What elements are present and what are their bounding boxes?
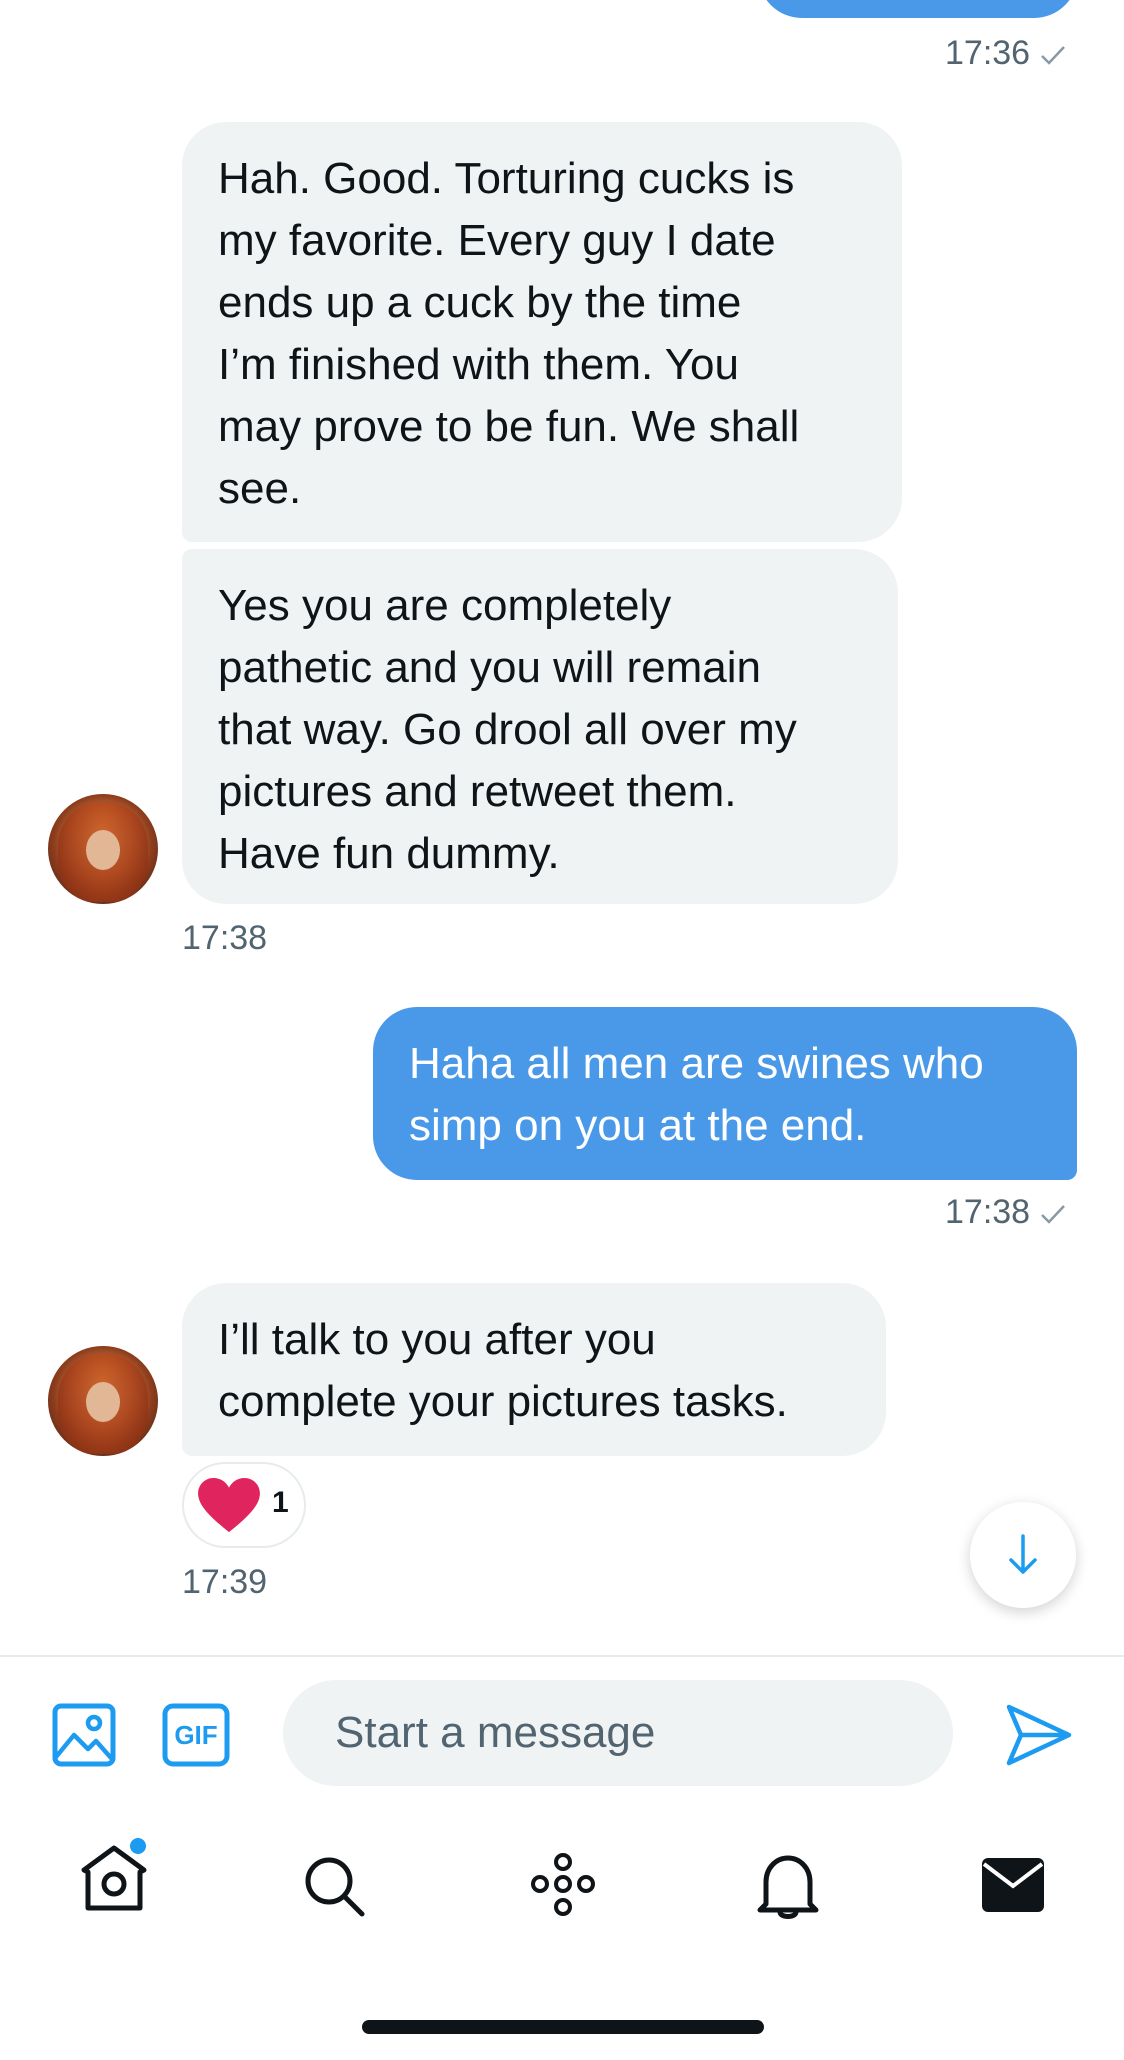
nav-notifications[interactable] (756, 1850, 820, 1922)
sent-check-icon (1041, 46, 1066, 65)
bell-icon (757, 1855, 819, 1919)
outgoing-message[interactable]: Haha all men are swines who simp on you … (373, 1007, 1077, 1180)
message-timestamp: 17:36 (945, 33, 1066, 73)
outgoing-bubble-previous (758, 0, 1078, 18)
reaction-count: 1 (272, 1486, 289, 1519)
send-button[interactable] (1005, 1703, 1073, 1767)
nav-home[interactable] (78, 1836, 150, 1916)
heart-icon (198, 1478, 260, 1533)
send-icon (1006, 1704, 1072, 1766)
incoming-message[interactable]: Yes you are completely pathetic and you … (182, 549, 898, 904)
home-indicator (362, 2020, 764, 2034)
nav-search[interactable] (302, 1854, 366, 1918)
message-input[interactable] (333, 1707, 903, 1759)
message-timestamp: 17:38 (945, 1192, 1066, 1232)
nav-messages[interactable] (980, 1856, 1046, 1914)
message-timestamp: 17:39 (182, 1563, 268, 1601)
search-icon (305, 1857, 365, 1917)
message-composer[interactable] (283, 1680, 953, 1786)
envelope-icon (982, 1858, 1044, 1912)
avatar[interactable] (48, 1346, 158, 1456)
incoming-message[interactable]: Hah. Good. Torturing cucks is my favorit… (182, 122, 902, 542)
home-icon (81, 1838, 147, 1911)
divider (0, 1655, 1124, 1657)
spaces-icon (531, 1853, 595, 1916)
incoming-message[interactable]: I’ll talk to you after you complete your… (182, 1283, 886, 1456)
message-timestamp: 17:38 (182, 919, 268, 957)
image-icon (52, 1703, 116, 1767)
reaction-badge[interactable]: 1 (182, 1462, 306, 1548)
arrow-down-icon (1009, 1534, 1037, 1574)
media-button[interactable] (52, 1703, 116, 1767)
avatar[interactable] (48, 794, 158, 904)
gif-button[interactable]: GIF (162, 1703, 230, 1767)
scroll-to-bottom-button[interactable] (970, 1502, 1076, 1608)
gif-label: GIF (174, 1720, 218, 1750)
sent-check-icon (1041, 1205, 1066, 1224)
nav-spaces[interactable] (528, 1852, 598, 1918)
